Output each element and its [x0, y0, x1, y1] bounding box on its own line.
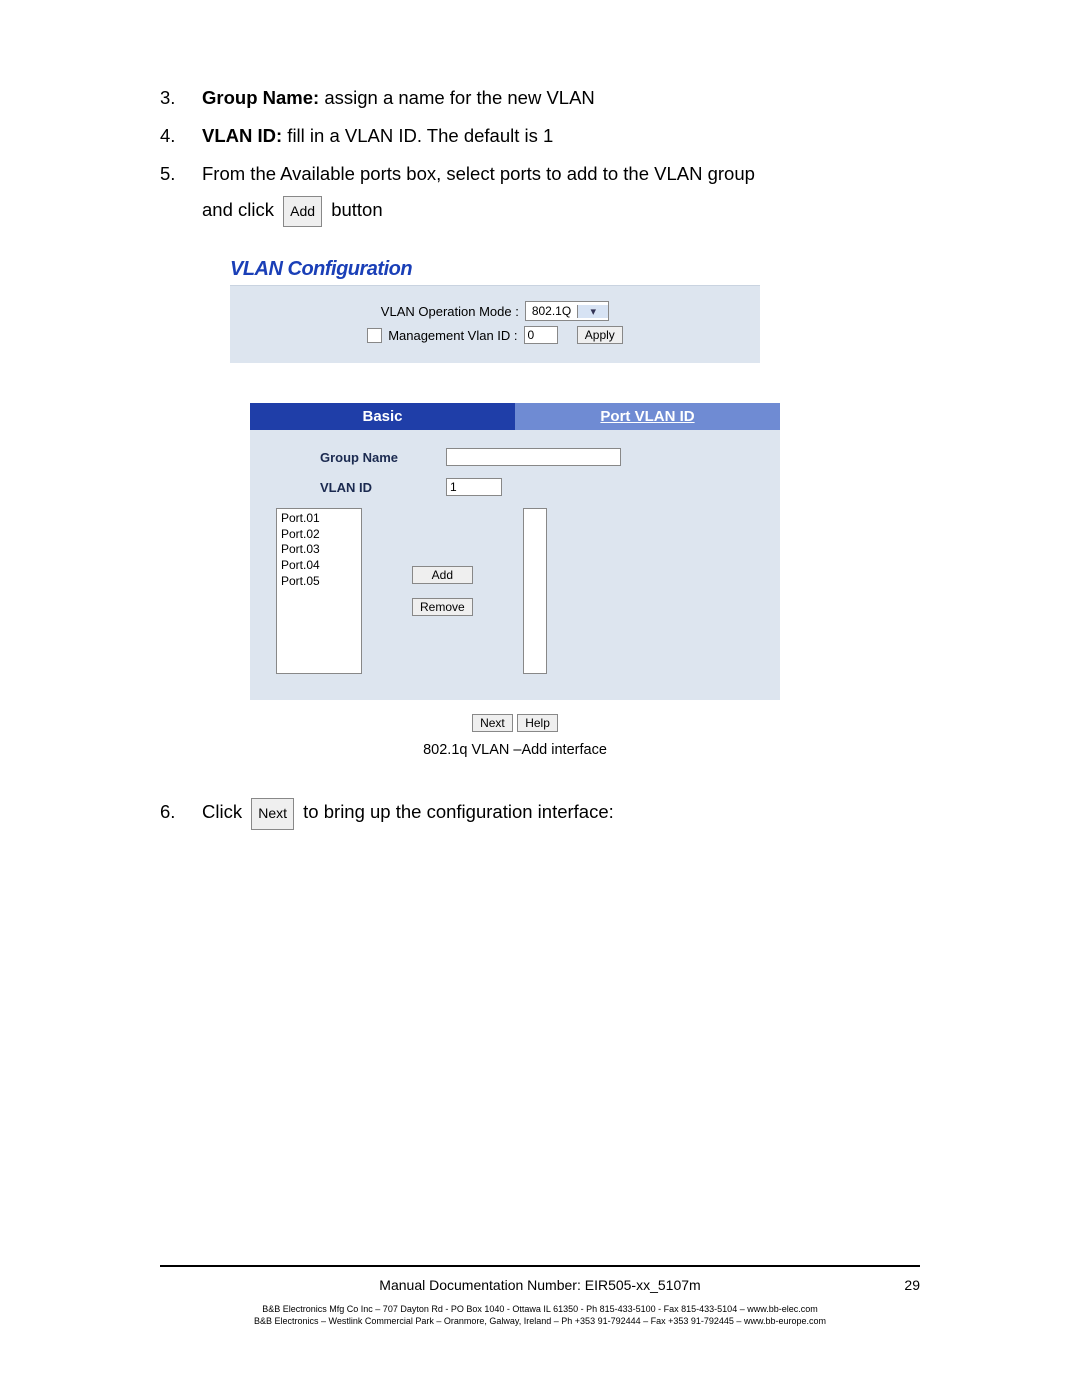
- step-num: 6.: [160, 794, 202, 830]
- tabs: Basic Port VLAN ID: [250, 403, 780, 430]
- footer-line2: B&B Electronics – Westlink Commercial Pa…: [160, 1315, 920, 1327]
- add-button-inline: Add: [283, 196, 322, 227]
- vlan-config-panel: VLAN Configuration VLAN Operation Mode :…: [230, 258, 760, 363]
- vlan-form-panel: Basic Port VLAN ID Group Name VLAN ID Po…: [250, 403, 780, 758]
- tab-port-vlan-id[interactable]: Port VLAN ID: [515, 403, 780, 430]
- list-item[interactable]: Port.02: [281, 527, 357, 543]
- step-6-block: 6. Click Next to bring up the configurat…: [160, 794, 920, 830]
- vlan-id-label: VLAN ID: [320, 480, 446, 495]
- vlan-id-input[interactable]: [446, 478, 502, 496]
- step3-text: assign a name for the new VLAN: [319, 87, 595, 108]
- footer-divider: [160, 1265, 920, 1267]
- mgmt-vlan-label: Management Vlan ID :: [388, 328, 517, 343]
- mgmt-vlan-checkbox[interactable]: [367, 328, 382, 343]
- list-item[interactable]: Port.03: [281, 542, 357, 558]
- mgmt-vlan-input[interactable]: [524, 326, 558, 344]
- step4-text: fill in a VLAN ID. The default is 1: [282, 125, 553, 146]
- vlan-mode-value: 802.1Q: [526, 304, 577, 318]
- step6-before: Click: [202, 801, 247, 822]
- step-4: 4. VLAN ID: fill in a VLAN ID. The defau…: [160, 118, 920, 154]
- next-button-inline: Next: [251, 798, 294, 829]
- doc-number: Manual Documentation Number: EIR505-xx_5…: [379, 1277, 700, 1293]
- step6-after: to bring up the configuration interface:: [303, 801, 614, 822]
- tab-basic[interactable]: Basic: [250, 403, 515, 430]
- page-number: 29: [904, 1277, 920, 1293]
- step5-before: and click: [202, 199, 279, 220]
- list-item[interactable]: Port.01: [281, 511, 357, 527]
- apply-button[interactable]: Apply: [577, 326, 623, 344]
- step3-label: Group Name:: [202, 87, 319, 108]
- step4-label: VLAN ID:: [202, 125, 282, 146]
- step-5: 5. From the Available ports box, select …: [160, 156, 920, 228]
- figure-caption: 802.1q VLAN –Add interface: [250, 742, 780, 758]
- vlan-config-body: VLAN Operation Mode : 802.1Q ▾ Managemen…: [230, 285, 760, 363]
- step-3: 3. Group Name: assign a name for the new…: [160, 80, 920, 116]
- add-button[interactable]: Add: [412, 566, 473, 584]
- step5-line1: From the Available ports box, select por…: [202, 163, 755, 184]
- selected-ports-list[interactable]: [523, 508, 547, 674]
- instruction-steps: 3. Group Name: assign a name for the new…: [160, 80, 920, 228]
- vlan-mode-label: VLAN Operation Mode :: [381, 304, 519, 319]
- step5-after: button: [331, 199, 382, 220]
- next-button[interactable]: Next: [472, 714, 513, 732]
- group-name-label: Group Name: [320, 450, 446, 465]
- help-button[interactable]: Help: [517, 714, 558, 732]
- page-footer: Manual Documentation Number: EIR505-xx_5…: [160, 1265, 920, 1327]
- step-6: 6. Click Next to bring up the configurat…: [160, 794, 920, 830]
- available-ports-list[interactable]: Port.01 Port.02 Port.03 Port.04 Port.05: [276, 508, 362, 674]
- form-area: Group Name VLAN ID Port.01 Port.02 Port.…: [250, 430, 780, 700]
- group-name-input[interactable]: [446, 448, 621, 466]
- bottom-buttons: Next Help: [250, 714, 780, 732]
- footer-address: B&B Electronics Mfg Co Inc – 707 Dayton …: [160, 1303, 920, 1327]
- step-num: 5.: [160, 156, 202, 228]
- remove-button[interactable]: Remove: [412, 598, 473, 616]
- step-num: 3.: [160, 80, 202, 116]
- vlan-config-title: VLAN Configuration: [230, 258, 760, 281]
- list-item[interactable]: Port.05: [281, 574, 357, 590]
- step-num: 4.: [160, 118, 202, 154]
- list-item[interactable]: Port.04: [281, 558, 357, 574]
- footer-line1: B&B Electronics Mfg Co Inc – 707 Dayton …: [160, 1303, 920, 1315]
- vlan-mode-select[interactable]: 802.1Q ▾: [525, 301, 609, 321]
- chevron-down-icon: ▾: [577, 305, 608, 318]
